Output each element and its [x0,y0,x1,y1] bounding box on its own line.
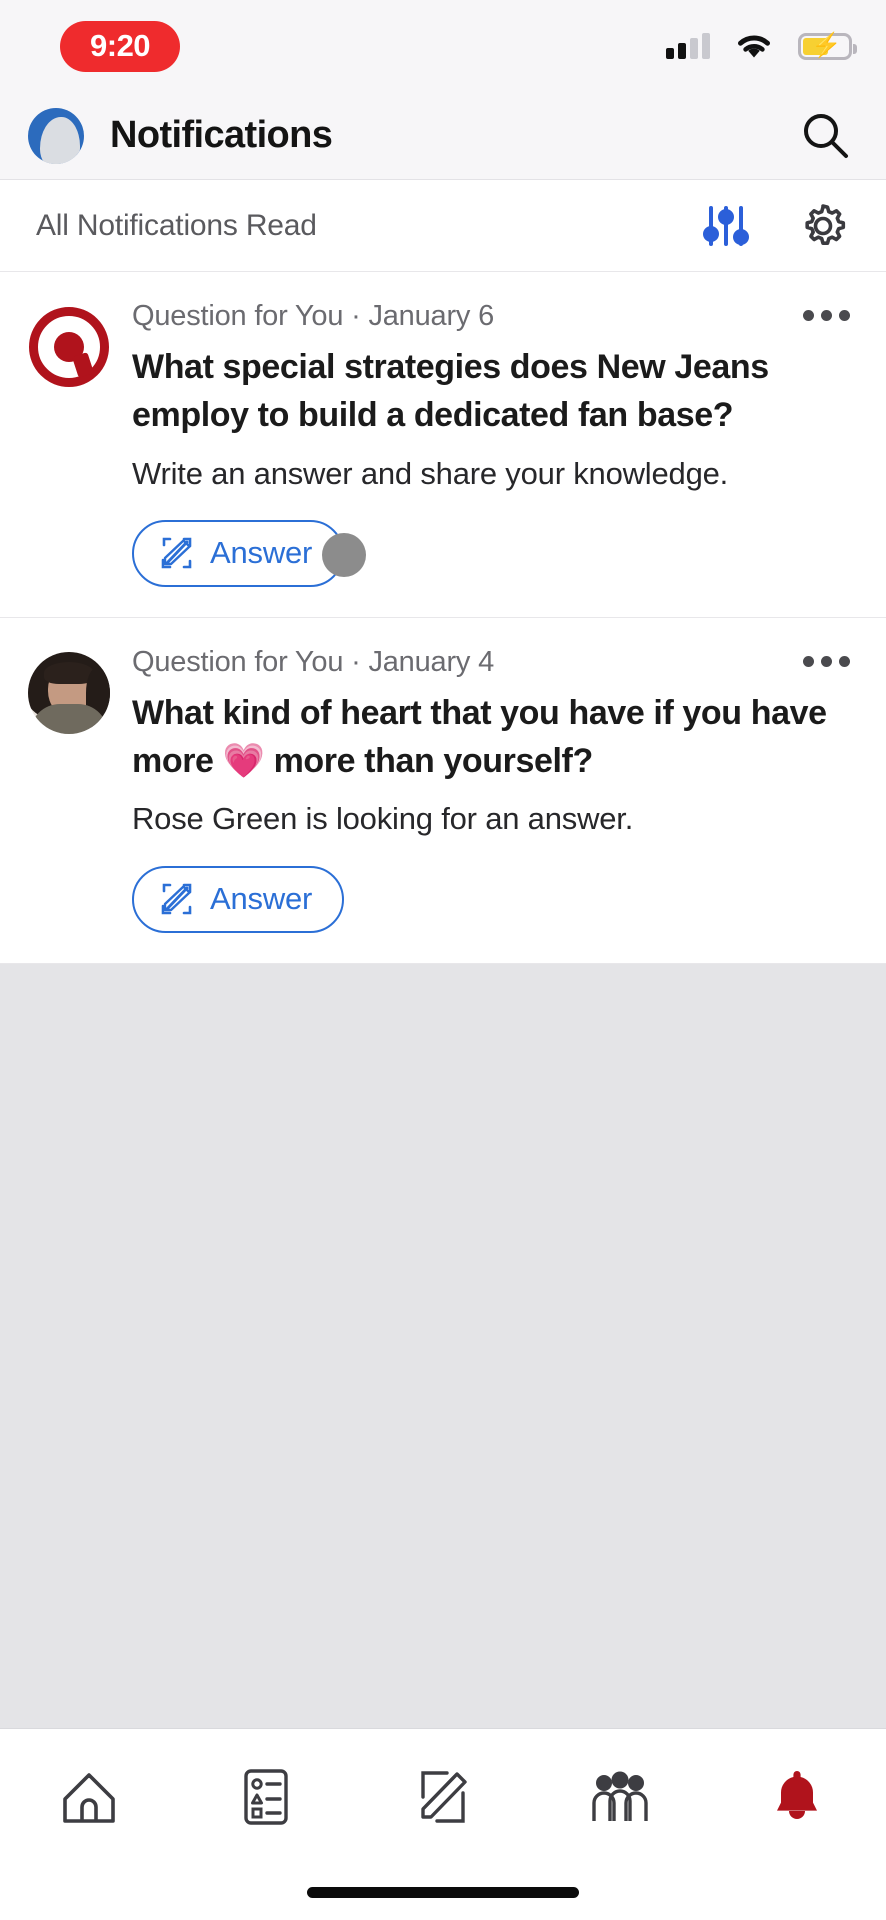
nav-item-feed[interactable] [177,1765,354,1829]
notification-body: Question for You · January 6 What specia… [132,300,850,587]
notification-source: Question for You [132,645,344,678]
profile-avatar-icon[interactable] [28,107,84,164]
write-pencil-icon [161,537,192,569]
write-pencil-icon [421,1770,467,1823]
more-options-icon[interactable] [803,310,850,321]
notification-subtitle: Rose Green is looking for an answer. [132,801,634,837]
spaces-people-icon [592,1771,648,1821]
filter-actions [700,199,850,253]
gear-icon[interactable] [796,199,850,253]
user-avatar[interactable] [28,651,110,734]
empty-content-area [0,963,886,1728]
home-icon [62,1772,115,1823]
notification-body: Question for You · January 4 What kind o… [132,646,850,933]
page-title: Notifications [110,114,333,156]
answer-button-label: Answer [210,880,313,916]
search-icon[interactable] [800,110,852,162]
meta-separator: · [351,645,361,678]
notification-list: Question for You · January 6 What specia… [0,272,886,964]
notifications-bell-icon [777,1770,818,1819]
answer-button-label: Answer [210,534,313,570]
feed-list-icon [244,1768,288,1825]
more-options-icon[interactable] [803,655,850,667]
home-indicator-bar[interactable] [307,1886,579,1898]
notification-item[interactable]: Question for You · January 6 What specia… [0,272,886,618]
growing-heart-emoji: 💗 [222,742,265,781]
nav-item-home[interactable] [0,1765,177,1829]
nav-item-spaces[interactable] [532,1765,709,1829]
answer-button[interactable]: Answer [132,519,345,587]
question-text-part2: more than yourself? [273,742,594,781]
phone-screen: 9:20 ⚡ Notifications All Notifications R… [0,0,886,1920]
status-clock: 9:20 [60,20,181,72]
notification-source: Question for You [132,300,344,332]
status-bar: 9:20 ⚡ [0,0,886,92]
quora-logo-icon [28,306,110,388]
notification-date: January 6 [368,300,494,332]
bottom-navigation [0,1728,886,1864]
notification-question[interactable]: What special strategies does New Jeans e… [132,343,832,440]
notification-item[interactable]: Question for You · January 4 What kind o… [0,618,886,964]
cellular-signal-icon [666,33,710,59]
nav-item-write[interactable] [354,1765,531,1829]
filter-bar: All Notifications Read [0,180,886,272]
notification-date: January 4 [368,645,494,678]
sliders-filter-icon[interactable] [700,200,752,252]
status-indicators: ⚡ [666,31,857,61]
meta-separator: · [351,300,361,332]
wifi-icon [738,35,770,58]
notification-question[interactable]: What kind of heart that you have if you … [132,689,832,786]
notification-subtitle: Write an answer and share your knowledge… [132,455,729,491]
write-pencil-icon [161,883,192,915]
nav-item-notifications[interactable] [709,1765,886,1829]
battery-charging-icon: ⚡ [798,32,857,60]
home-indicator-area [0,1864,886,1920]
notification-meta: Question for You · January 4 [132,646,832,679]
notification-meta: Question for You · January 6 [132,300,832,333]
answer-button[interactable]: Answer [132,865,345,933]
app-header: Notifications [0,92,886,180]
all-notifications-read-label: All Notifications Read [36,208,317,242]
touch-cursor-indicator [322,533,366,577]
